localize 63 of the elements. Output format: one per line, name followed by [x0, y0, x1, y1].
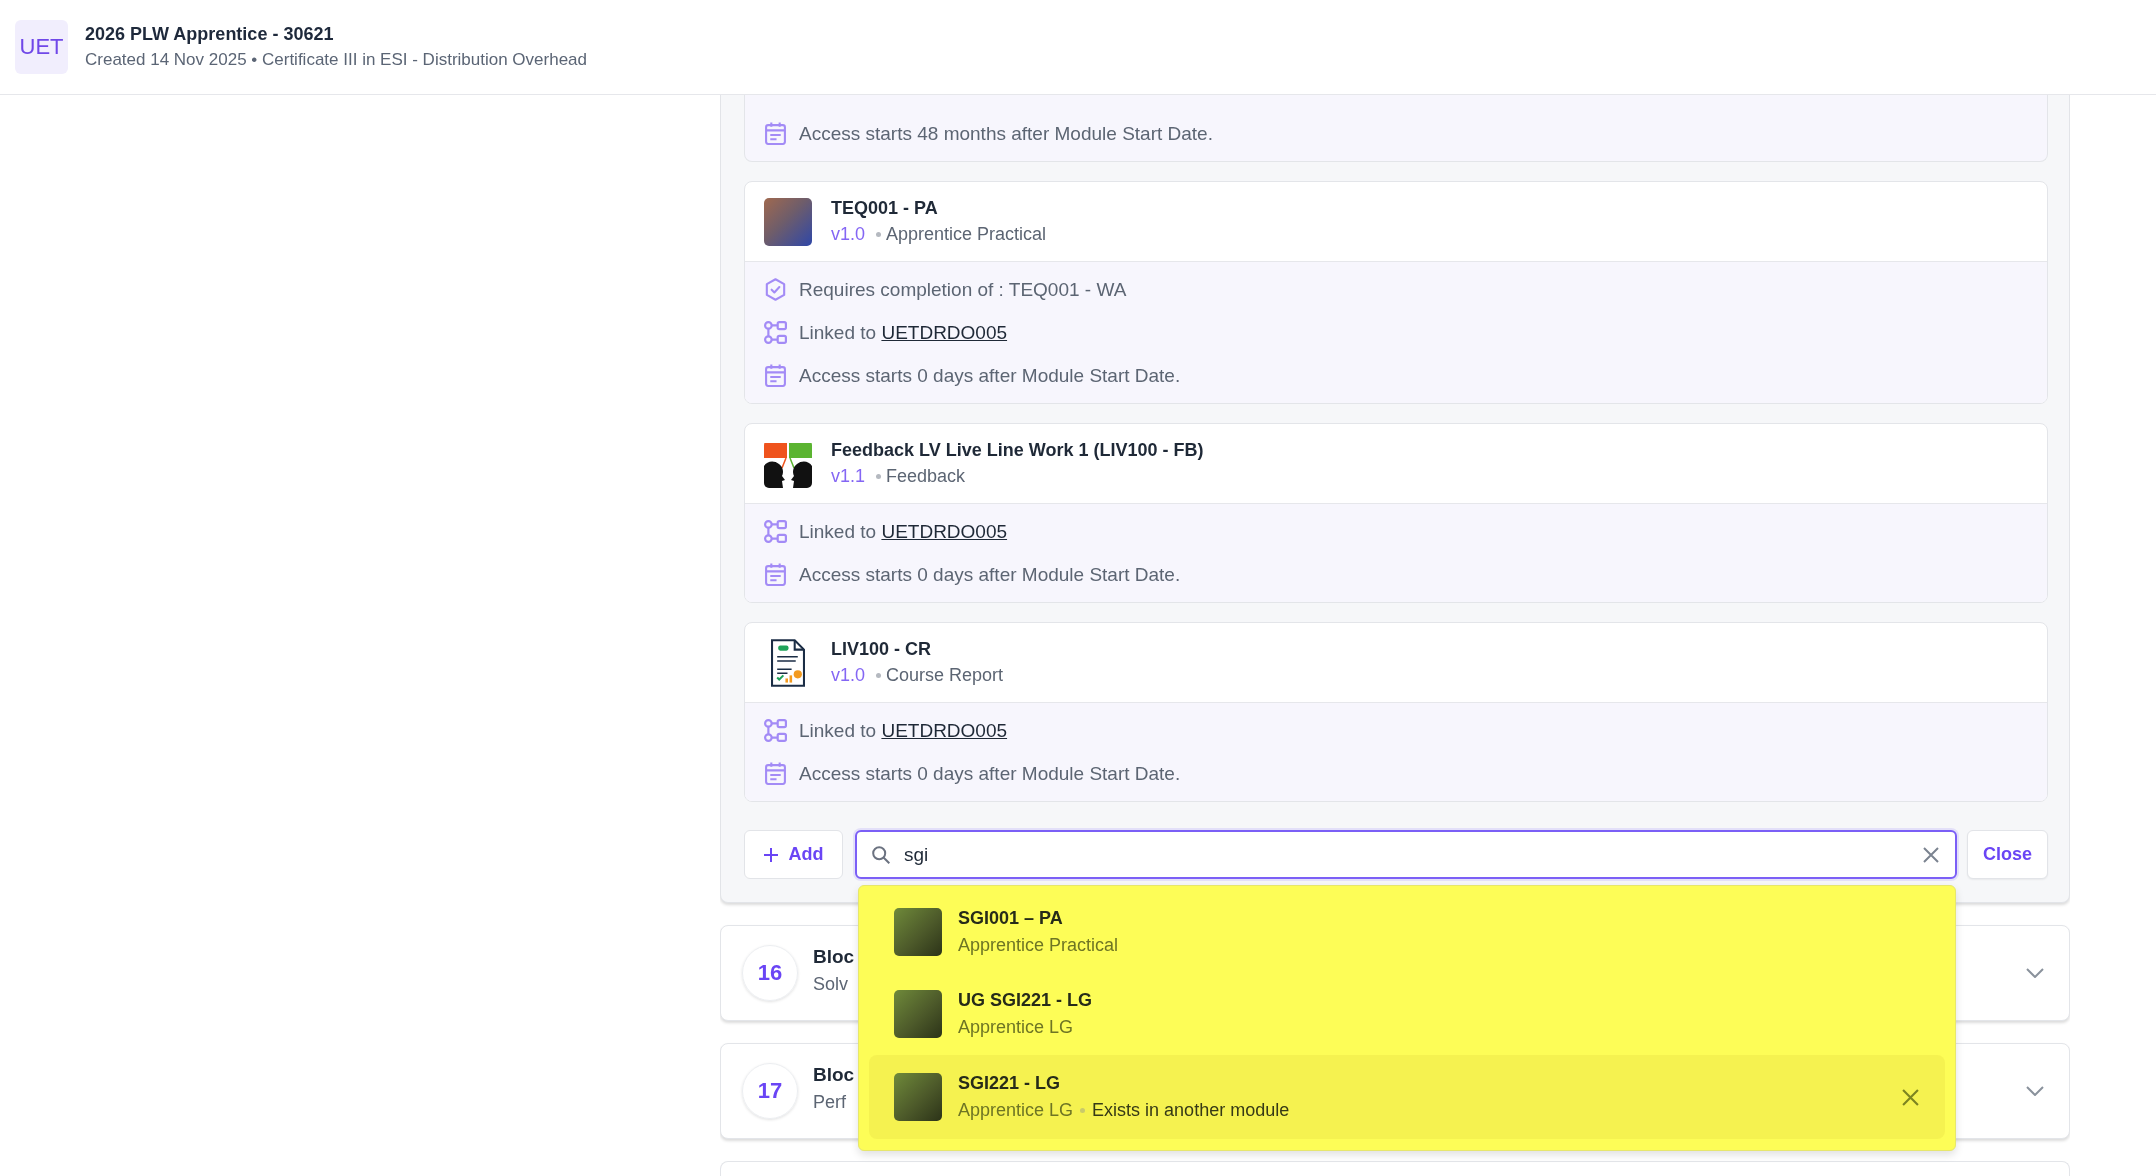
result-type: Apprentice Practical — [958, 935, 1119, 956]
activity-title: LIV100 - CR — [831, 639, 933, 660]
calendar-icon — [764, 762, 787, 785]
result-type: Apprentice LG — [958, 1017, 1074, 1038]
search-icon — [872, 845, 890, 864]
module-link[interactable]: UETDRDO005 — [881, 520, 1008, 542]
plus-icon — [763, 847, 778, 862]
page-subtitle: Created 14 Nov 2025 • Certificate III in ESI - Distribution Overhead — [85, 50, 588, 70]
result-title: SGI001 – PA — [958, 908, 1064, 929]
add-button[interactable]: Add — [744, 830, 843, 879]
connected-nodes-icon — [764, 719, 787, 742]
report-document-icon — [771, 638, 805, 687]
result-title: UG SGI221 - LG — [958, 990, 1093, 1011]
block-title: Bloc — [813, 1064, 855, 1086]
block-title: Bloc — [813, 946, 855, 968]
result-option[interactable]: SGI221 - LG Apprentice LG Exists in another module — [869, 1055, 1945, 1139]
result-title: SGI221 - LG — [958, 1073, 1062, 1094]
activity-type: Apprentice Practical — [886, 224, 1047, 245]
access-text: Access starts 0 days after Module Start Date. — [799, 364, 1181, 387]
check-shield-icon — [764, 278, 787, 301]
result-option[interactable]: UG SGI221 - LG Apprentice LG — [869, 973, 1945, 1055]
access-text: Access starts 48 months after Module Start Date. — [799, 122, 1213, 145]
clear-icon[interactable] — [1923, 846, 1939, 863]
separator-dot-icon — [876, 474, 882, 479]
activity-type: Course Report — [886, 665, 1004, 686]
photo-placeholder — [894, 990, 942, 1038]
calendar-icon — [764, 563, 787, 586]
separator-dot-icon — [876, 232, 882, 237]
close-icon[interactable] — [1902, 1088, 1919, 1106]
activity-type: Feedback — [886, 466, 966, 487]
close-button[interactable]: Close — [1967, 830, 2048, 879]
linked-text: Linked to UETDRDO005 — [799, 321, 1008, 344]
linked-text: Linked to UETDRDO005 — [799, 719, 1008, 742]
access-text: Access starts 0 days after Module Start Date. — [799, 563, 1181, 586]
activity-title: TEQ001 - PA — [831, 198, 939, 219]
linked-text: Linked to UETDRDO005 — [799, 520, 1008, 543]
connected-nodes-icon — [764, 520, 787, 543]
block-subtitle: Solv — [813, 974, 849, 995]
search-field[interactable]: sgi — [855, 830, 1957, 879]
calendar-icon — [764, 364, 787, 387]
photo-placeholder — [764, 197, 812, 246]
photo-placeholder — [894, 908, 942, 956]
photo-placeholder — [894, 1073, 942, 1121]
activity-title: Feedback LV Live Line Work 1 (LIV100 - FB) — [831, 440, 1204, 461]
version-label: v1.1 — [831, 466, 866, 487]
separator-dot-icon — [1080, 1108, 1086, 1113]
result-note: Exists in another module — [1092, 1100, 1290, 1121]
result-option[interactable]: SGI001 – PA Apprentice Practical — [869, 891, 1945, 973]
chevron-down-icon[interactable] — [2026, 1086, 2044, 1096]
prerequisite-text: Requires completion of : TEQ001 - WA — [799, 278, 1127, 301]
separator-dot-icon — [876, 673, 882, 678]
module-link[interactable]: UETDRDO005 — [881, 321, 1008, 343]
page-title: 2026 PLW Apprentice - 30621 — [85, 24, 335, 45]
module-link[interactable]: UETDRDO005 — [881, 719, 1008, 741]
block-subtitle: Perf — [813, 1092, 847, 1113]
course-logo: UET — [15, 20, 68, 74]
result-type: Apprentice LG — [958, 1100, 1074, 1121]
chevron-down-icon[interactable] — [2026, 968, 2044, 978]
calendar-icon — [764, 122, 787, 145]
access-text: Access starts 0 days after Module Start Date. — [799, 762, 1181, 785]
version-label: v1.0 — [831, 224, 866, 245]
version-label: v1.0 — [831, 665, 866, 686]
connected-nodes-icon — [764, 321, 787, 344]
